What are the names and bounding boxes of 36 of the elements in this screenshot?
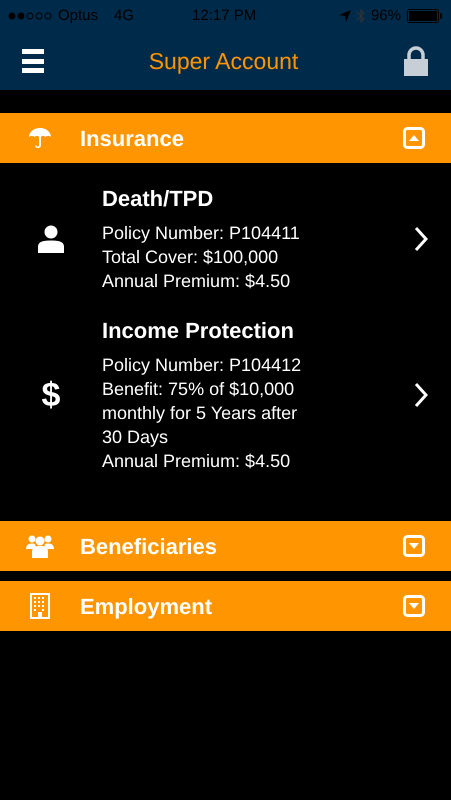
collapse-toggle-icon[interactable]: [403, 127, 425, 149]
section-header[interactable]: Insurance: [0, 113, 451, 163]
section-title: Beneficiaries: [80, 532, 218, 560]
chevron-right-icon[interactable]: [414, 226, 428, 252]
person-icon: [38, 225, 64, 253]
carrier-name: Optus: [58, 6, 98, 26]
policy-detail: Annual Premium: $4.50: [102, 450, 292, 473]
policy-detail: Policy Number: P104412: [102, 354, 302, 377]
expand-toggle-icon[interactable]: [403, 535, 425, 557]
policy-detail: Total Cover: $100,000: [102, 246, 280, 269]
section-title: Employment: [80, 592, 214, 621]
policy-title: Income Protection: [102, 317, 295, 345]
policy-row[interactable]: $ Income Protection Policy Number: P104412 Benefit: 75% of $10,000 monthly for 5 Years after 30 Days Annual Premium: $4.50: [0, 317, 451, 473]
location-arrow-icon: [338, 10, 351, 22]
policy-row[interactable]: Death/TPD Policy Number: P104411 Total Cover: $100,000 Annual Premium: $4.50: [0, 185, 451, 293]
menu-button[interactable]: [22, 47, 44, 75]
lock-icon[interactable]: [403, 46, 429, 76]
policy-detail: Policy Number: P104411: [102, 222, 301, 245]
building-icon: [30, 593, 50, 619]
umbrella-icon: [28, 126, 52, 150]
status-time: 12:17 PM: [192, 6, 256, 26]
chevron-right-icon[interactable]: [414, 382, 428, 408]
policy-title: Death/TPD: [102, 185, 214, 213]
expand-toggle-icon[interactable]: [403, 595, 425, 617]
dollar-icon: $: [42, 378, 60, 412]
section-header[interactable]: Beneficiaries: [0, 521, 451, 571]
people-icon: [26, 534, 54, 558]
policy-detail: Annual Premium: $4.50: [102, 270, 292, 293]
bluetooth-icon: [356, 8, 365, 24]
battery-icon: [407, 9, 443, 23]
section-header[interactable]: Employment: [0, 581, 451, 631]
policy-detail: Benefit: 75% of $10,000 monthly for 5 Years after 30 Days: [102, 378, 298, 449]
section-title: Insurance: [80, 124, 185, 152]
network-type: 4G: [114, 6, 134, 26]
battery-percentage: 96%: [370, 6, 401, 26]
screen-title: Super Account: [148, 46, 300, 76]
